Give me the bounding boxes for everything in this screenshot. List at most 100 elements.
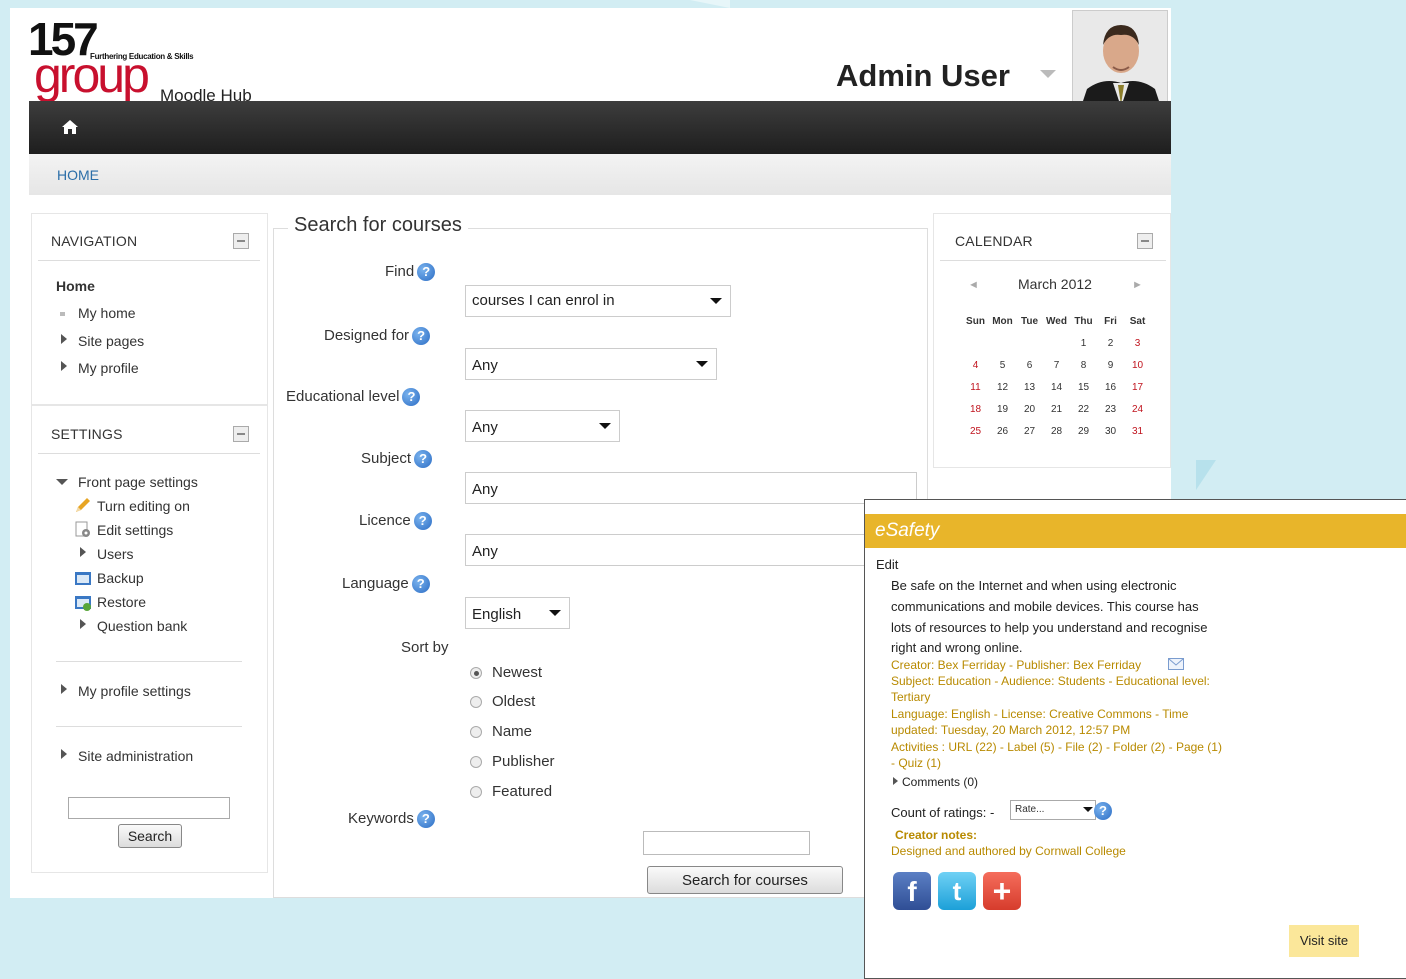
subject-select[interactable]: Any <box>465 472 917 504</box>
site-logo[interactable]: 157 Furthering Education & Skills group … <box>28 16 268 106</box>
settings-question-bank[interactable]: Question bank <box>97 618 187 634</box>
keywords-input[interactable] <box>643 831 810 855</box>
sort-oldest-radio[interactable]: Oldest <box>470 693 535 710</box>
nav-home[interactable]: Home <box>56 278 95 294</box>
calendar-day[interactable]: 1 <box>1070 332 1097 354</box>
settings-site-administration[interactable]: Site administration <box>78 748 193 764</box>
collapse-icon[interactable] <box>233 426 249 442</box>
calendar-day[interactable]: 19 <box>989 398 1016 420</box>
expand-arrow-icon[interactable] <box>61 684 67 694</box>
calendar-day[interactable]: 14 <box>1043 376 1070 398</box>
sort-featured-radio[interactable]: Featured <box>470 783 552 800</box>
licence-value: Any <box>472 543 498 560</box>
help-icon[interactable]: ? <box>1094 802 1112 820</box>
addthis-share-icon[interactable]: + <box>983 872 1021 910</box>
settings-edit-settings[interactable]: Edit settings <box>97 522 173 538</box>
calendar-day[interactable]: 7 <box>1043 354 1070 376</box>
settings-backup[interactable]: Backup <box>97 570 144 586</box>
settings-front-page[interactable]: Front page settings <box>78 474 198 490</box>
calendar-next-month-icon[interactable]: ► <box>1132 279 1143 291</box>
calendar-day[interactable]: 16 <box>1097 376 1124 398</box>
calendar-day[interactable]: 27 <box>1016 420 1043 442</box>
calendar-day[interactable]: 23 <box>1097 398 1124 420</box>
popup-edit-link[interactable]: Edit <box>876 557 898 572</box>
calendar-day[interactable]: 26 <box>989 420 1016 442</box>
expand-arrow-icon[interactable] <box>80 619 86 629</box>
calendar-day[interactable]: 13 <box>1016 376 1043 398</box>
find-select[interactable]: courses I can enrol in <box>465 285 731 317</box>
calendar-day[interactable]: 8 <box>1070 354 1097 376</box>
nav-my-profile[interactable]: My profile <box>78 360 139 376</box>
collapse-icon[interactable] <box>1137 233 1153 249</box>
calendar-day[interactable]: 18 <box>962 398 989 420</box>
envelope-icon[interactable] <box>1168 658 1184 670</box>
settings-turn-editing-on[interactable]: Turn editing on <box>97 498 190 514</box>
calendar-day[interactable]: 12 <box>989 376 1016 398</box>
settings-users[interactable]: Users <box>97 546 134 562</box>
licence-select[interactable]: Any <box>465 534 865 566</box>
sort-name-label: Name <box>492 723 533 740</box>
sort-name-radio[interactable]: Name <box>470 723 532 740</box>
subject-value: Any <box>472 481 498 498</box>
calendar-day[interactable]: 30 <box>1097 420 1124 442</box>
calendar-prev-month-icon[interactable]: ◄ <box>968 279 979 291</box>
divider <box>38 453 260 454</box>
calendar-day[interactable]: 10 <box>1124 354 1151 376</box>
calendar-day[interactable]: 5 <box>989 354 1016 376</box>
expand-arrow-icon[interactable] <box>61 334 67 344</box>
help-icon[interactable]: ? <box>413 512 432 531</box>
background-triangle-top <box>690 0 730 8</box>
settings-my-profile[interactable]: My profile settings <box>78 683 191 699</box>
twitter-share-icon[interactable]: t <box>938 872 976 910</box>
expand-arrow-icon[interactable] <box>61 361 67 371</box>
calendar-day[interactable]: 20 <box>1016 398 1043 420</box>
nav-site-pages[interactable]: Site pages <box>78 333 144 349</box>
user-name[interactable]: Admin User <box>836 58 1010 94</box>
nav-my-home[interactable]: My home <box>78 305 136 321</box>
comments-expand-icon[interactable] <box>893 777 898 785</box>
calendar-day[interactable]: 3 <box>1124 332 1151 354</box>
settings-search-button[interactable]: Search <box>118 824 182 848</box>
facebook-share-icon[interactable]: f <box>893 872 931 910</box>
sort-publisher-radio[interactable]: Publisher <box>470 753 555 770</box>
designed-for-select[interactable]: Any <box>465 348 717 380</box>
educational-level-select[interactable]: Any <box>465 410 620 442</box>
help-icon[interactable]: ? <box>416 810 435 829</box>
user-menu-caret-icon[interactable] <box>1040 70 1056 78</box>
calendar-day[interactable]: 4 <box>962 354 989 376</box>
calendar-day[interactable]: 17 <box>1124 376 1151 398</box>
search-for-courses-button[interactable]: Search for courses <box>647 866 843 894</box>
calendar-day[interactable]: 31 <box>1124 420 1151 442</box>
help-icon[interactable]: ? <box>402 388 421 407</box>
visit-site-button[interactable]: Visit site <box>1289 925 1359 957</box>
calendar-day[interactable]: 21 <box>1043 398 1070 420</box>
calendar-day[interactable]: 22 <box>1070 398 1097 420</box>
calendar-day[interactable]: 6 <box>1016 354 1043 376</box>
calendar-day[interactable]: 25 <box>962 420 989 442</box>
calendar-day[interactable]: 9 <box>1097 354 1124 376</box>
avatar[interactable] <box>1072 10 1168 106</box>
expand-arrow-icon[interactable] <box>80 547 86 557</box>
collapse-arrow-icon[interactable] <box>56 479 68 485</box>
radio-icon <box>470 696 482 709</box>
collapse-icon[interactable] <box>233 233 249 249</box>
breadcrumb-home-link[interactable]: HOME <box>57 167 99 183</box>
calendar-day[interactable]: 2 <box>1097 332 1124 354</box>
expand-arrow-icon[interactable] <box>61 749 67 759</box>
settings-search-input[interactable] <box>68 797 230 819</box>
help-icon[interactable]: ? <box>417 263 436 282</box>
help-icon[interactable]: ? <box>414 450 433 469</box>
help-icon[interactable]: ? <box>412 327 431 346</box>
calendar-day[interactable]: 28 <box>1043 420 1070 442</box>
comments-link[interactable]: Comments (0) <box>902 775 978 789</box>
calendar-day[interactable]: 29 <box>1070 420 1097 442</box>
calendar-day[interactable]: 24 <box>1124 398 1151 420</box>
calendar-day[interactable]: 11 <box>962 376 989 398</box>
home-icon[interactable] <box>61 119 79 135</box>
sort-newest-radio[interactable]: Newest <box>470 664 542 681</box>
help-icon[interactable]: ? <box>411 575 430 594</box>
rate-select[interactable]: Rate... <box>1010 800 1096 820</box>
settings-restore[interactable]: Restore <box>97 594 146 610</box>
calendar-day[interactable]: 15 <box>1070 376 1097 398</box>
language-select[interactable]: English <box>465 597 570 629</box>
